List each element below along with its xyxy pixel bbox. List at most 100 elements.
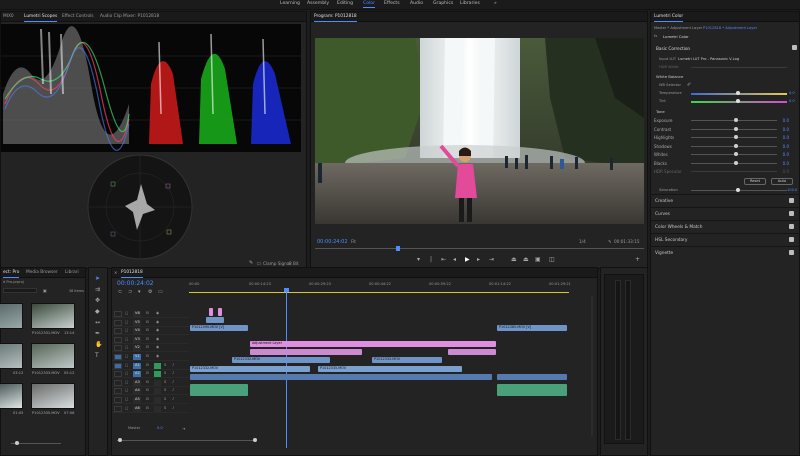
track-sync-icon[interactable]: ⊟	[146, 320, 149, 324]
track-lock-icon[interactable]: ▢	[125, 371, 128, 375]
track-sync-icon[interactable]: ⊟	[146, 345, 149, 349]
workspace-libraries[interactable]: Libraries	[460, 1, 480, 6]
adjustment-clip-v6[interactable]	[209, 308, 213, 316]
type-tool-icon[interactable]: T	[95, 353, 99, 359]
tone-knob[interactable]	[734, 152, 738, 156]
microphone-icon[interactable]: ♪	[172, 406, 174, 410]
tone-knob[interactable]	[734, 126, 738, 131]
track-visibility-icon[interactable]: ◉	[156, 328, 159, 332]
timeline-timecode[interactable]: 00:00:24:02	[117, 280, 154, 287]
audio-clip-a1-a[interactable]	[190, 384, 248, 396]
wrench-icon-monitor[interactable]: ✎	[608, 239, 612, 244]
breadcrumb-master[interactable]: Master * Adjustment Layer	[654, 26, 702, 30]
timeline-zoom-end[interactable]	[253, 438, 257, 442]
tab-libraries[interactable]: Librari	[65, 270, 79, 275]
more-workspaces-icon[interactable]: »	[494, 1, 497, 6]
tone-knob[interactable]	[734, 143, 738, 148]
section-hsl-toggle[interactable]	[789, 237, 794, 242]
source-patch[interactable]	[114, 397, 122, 403]
video-clip-v4-b[interactable]: P1012385.MOV [V]	[497, 325, 567, 331]
temperature-value[interactable]: 0.0	[789, 91, 795, 95]
breadcrumb-clip[interactable]: P1012818 * Adjustment Layer	[703, 26, 757, 30]
section-creative[interactable]: Creative	[650, 194, 800, 206]
hand-tool-icon[interactable]: ✋	[95, 342, 102, 348]
track-sync-icon[interactable]: ⊟	[146, 311, 149, 315]
comparison-view-icon[interactable]: ◫	[549, 257, 555, 263]
project-thumbnail[interactable]	[0, 383, 23, 409]
adjustment-clip-v3b[interactable]	[448, 349, 496, 355]
wrench-icon[interactable]: ✎	[249, 260, 253, 266]
track-sync-icon[interactable]: ⊟	[146, 380, 149, 384]
tab-project[interactable]: ect: Pro	[3, 270, 20, 278]
section-curves-toggle[interactable]	[789, 211, 794, 216]
tone-knob[interactable]	[734, 135, 738, 139]
razor-tool-icon[interactable]: ◆	[95, 309, 100, 315]
track-solo-button[interactable]: S	[164, 371, 166, 375]
section-vignette[interactable]: Vignette	[650, 246, 800, 258]
step-forward-icon[interactable]: ▸	[477, 257, 480, 263]
tone-knob[interactable]	[734, 118, 738, 122]
track-visibility-icon[interactable]: ◉	[156, 345, 159, 349]
video-clip-v2-a[interactable]: P1012332.MOV	[232, 357, 330, 363]
tab-mix[interactable]: MIX0	[3, 14, 14, 19]
extract-icon[interactable]: ⏏	[523, 257, 529, 263]
track-lock-icon[interactable]: ▢	[125, 345, 128, 349]
track-mute-button[interactable]	[154, 379, 161, 386]
step-back-icon[interactable]: ◂	[453, 257, 456, 263]
add-button-icon[interactable]: +	[635, 257, 640, 263]
track-visibility-icon[interactable]: ◉	[156, 320, 159, 324]
track-lock-icon[interactable]: ▢	[125, 354, 128, 358]
microphone-icon[interactable]: ♪	[172, 388, 174, 392]
source-patch[interactable]	[114, 311, 122, 317]
master-go-to-icon[interactable]: ⇥	[182, 426, 185, 431]
track-lock-icon[interactable]: ▢	[125, 388, 128, 392]
source-patch[interactable]	[114, 371, 122, 378]
tone-value[interactable]: 0.0	[783, 169, 789, 174]
saturation-value[interactable]: 100.0	[787, 188, 797, 192]
project-search-input[interactable]	[3, 288, 37, 293]
workspace-assembly[interactable]: Assembly	[307, 1, 329, 6]
video-clip-v1-b[interactable]: P1012335.MOV	[318, 366, 462, 372]
microphone-icon[interactable]: ♪	[172, 363, 174, 367]
fit-select[interactable]: Fit	[351, 239, 356, 244]
tab-program[interactable]: Program: P1012818	[314, 14, 357, 22]
export-frame-icon[interactable]: ▣	[535, 257, 541, 263]
source-patch[interactable]	[114, 328, 122, 335]
track-solo-button[interactable]: S	[164, 380, 166, 384]
section-color-wheels[interactable]: Color Wheels & Match	[650, 220, 800, 232]
project-thumbnail[interactable]	[31, 303, 75, 329]
track-sync-icon[interactable]: ⊟	[146, 406, 149, 410]
source-patch[interactable]	[114, 345, 122, 352]
selection-tool-icon[interactable]: ➤	[95, 276, 100, 282]
tone-value[interactable]: 0.0	[783, 144, 789, 149]
basic-correction-toggle[interactable]	[792, 45, 797, 50]
slip-tool-icon[interactable]: ↔	[95, 320, 100, 326]
adjustment-layer-clip[interactable]: Adjustment Layer	[250, 341, 496, 347]
reset-button[interactable]: Reset	[744, 178, 766, 185]
microphone-icon[interactable]: ♪	[172, 397, 174, 401]
track-mute-button[interactable]	[154, 397, 161, 403]
track-lock-icon[interactable]: ▢	[125, 337, 128, 341]
tone-value[interactable]: 0.0	[783, 135, 789, 140]
video-clip-v1-a[interactable]: P1012332.MOV	[190, 366, 310, 372]
snap-icon[interactable]: ⊂	[118, 289, 122, 295]
basic-correction-header[interactable]: Basic Correction	[656, 46, 690, 51]
workspace-learning[interactable]: Learning	[280, 1, 300, 6]
source-patch[interactable]	[114, 405, 122, 412]
mark-out-icon[interactable]: |	[430, 257, 432, 263]
ripple-edit-icon[interactable]: ✥	[95, 298, 100, 304]
track-mute-button[interactable]	[154, 388, 161, 395]
track-lock-icon[interactable]: ▢	[125, 406, 128, 410]
track-visibility-icon[interactable]: ◉	[156, 311, 159, 315]
track-lock-icon[interactable]: ▢	[125, 397, 128, 401]
playhead-handle[interactable]	[284, 288, 289, 292]
track-lock-icon[interactable]: ▢	[125, 363, 128, 367]
go-to-in-icon[interactable]: ⇤	[441, 257, 446, 263]
track-visibility-icon[interactable]: ◉	[156, 337, 159, 341]
project-thumbnail[interactable]	[0, 303, 23, 329]
auto-button[interactable]: Auto	[771, 178, 793, 185]
tab-lumetri-color[interactable]: Lumetri Color	[654, 14, 684, 22]
track-mute-button[interactable]	[154, 362, 161, 369]
tone-header[interactable]: Tone	[656, 109, 665, 114]
source-patch[interactable]	[114, 354, 122, 360]
